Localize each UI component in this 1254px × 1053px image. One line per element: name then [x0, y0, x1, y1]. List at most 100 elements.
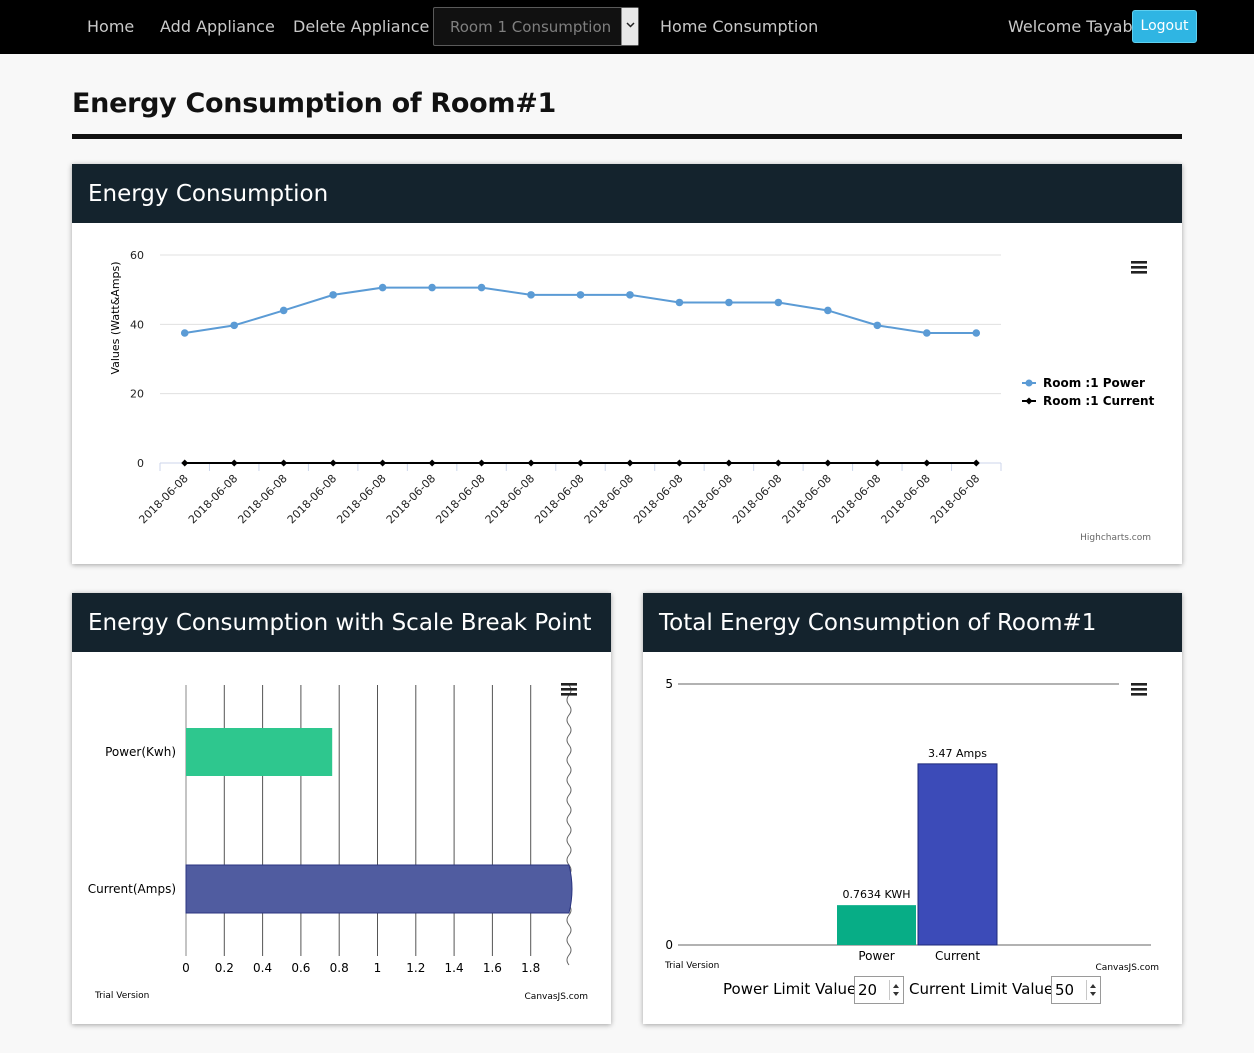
data-point-power[interactable]	[576, 291, 585, 299]
data-point-power[interactable]	[180, 329, 189, 337]
data-label: 0.7634 KWH	[843, 888, 911, 901]
panel-header: Energy Consumption with Scale Break Poin…	[72, 593, 611, 652]
chart-credit[interactable]: CanvasJS.com	[1096, 963, 1159, 973]
x-tick-label: 2018-06-08	[928, 472, 982, 526]
category-label: Power(Kwh)	[105, 745, 176, 759]
legend-item-current[interactable]: Room :1 Current	[1022, 394, 1155, 408]
category-label: Power	[858, 949, 894, 963]
current-limit-input[interactable]	[1055, 980, 1085, 1000]
data-point-power[interactable]	[873, 321, 882, 330]
data-label: 3.47 Amps	[928, 747, 987, 760]
x-tick-label: 2018-06-08	[334, 472, 388, 526]
x-tick-label: 1.4	[445, 961, 464, 975]
logout-button[interactable]: Logout	[1132, 10, 1197, 43]
welcome-text: Welcome Tayab	[1008, 17, 1133, 36]
x-tick-label: 2018-06-08	[681, 472, 735, 526]
data-point-current[interactable]	[626, 459, 634, 467]
data-point-current[interactable]	[280, 459, 288, 467]
chart-menu-icon[interactable]	[1131, 683, 1147, 696]
x-tick-label: 1	[374, 961, 382, 975]
y-axis-title: Values (Watt&Amps)	[109, 261, 122, 374]
data-point-current[interactable]	[329, 459, 337, 467]
data-point-power[interactable]	[329, 291, 337, 299]
bar-power[interactable]	[186, 728, 333, 776]
data-point-current[interactable]	[428, 459, 436, 467]
nav-delete-appliance-link[interactable]: Delete Appliance	[293, 0, 429, 54]
nav-add-appliance-link[interactable]: Add Appliance	[160, 0, 275, 54]
nav-home-link[interactable]: Home	[87, 0, 134, 54]
data-point-power[interactable]	[824, 306, 832, 315]
x-tick-label: 2018-06-08	[780, 472, 834, 526]
data-point-power[interactable]	[626, 291, 634, 299]
data-point-power[interactable]	[972, 329, 981, 337]
data-point-current[interactable]	[873, 459, 881, 467]
x-tick-label: 1.8	[521, 961, 540, 975]
horizontal-bar-chart: Power(Kwh) Current(Amps) 0 0.2 0.4 0.6 0.8 1 1.…	[88, 683, 588, 1002]
data-point-current[interactable]	[725, 459, 733, 467]
column-chart: 0 5 0.7634 KWH Power 3.47 Amps Current Trial…	[664, 677, 1159, 973]
power-limit-stepper[interactable]	[854, 976, 904, 1004]
x-tick-label: 2018-06-08	[730, 472, 784, 526]
chart-credit[interactable]: CanvasJS.com	[525, 992, 588, 1002]
x-tick-label: 2018-06-08	[186, 472, 240, 526]
data-point-power[interactable]	[428, 283, 436, 292]
panel-header: Total Energy Consumption of Room#1	[643, 593, 1182, 652]
data-point-current[interactable]	[972, 459, 980, 467]
chart-menu-icon[interactable]	[561, 683, 577, 696]
x-tick-label: 2018-06-08	[582, 472, 636, 526]
room-consumption-select[interactable]: Room 1 Consumption	[433, 7, 639, 46]
data-point-power[interactable]	[922, 329, 931, 337]
data-point-current[interactable]	[675, 459, 683, 467]
data-point-current[interactable]	[824, 459, 832, 467]
total-energy-panel: Total Energy Consumption of Room#1 0 5 0.…	[643, 593, 1182, 1024]
navbar: Home Add Appliance Delete Appliance Room…	[0, 0, 1254, 54]
data-point-power[interactable]	[378, 283, 387, 292]
data-point-current[interactable]	[181, 459, 189, 467]
data-point-power[interactable]	[725, 298, 733, 307]
data-point-power[interactable]	[527, 291, 535, 299]
data-point-power[interactable]	[279, 306, 288, 315]
data-point-current[interactable]	[379, 459, 387, 467]
x-tick-label: 2018-06-08	[384, 472, 438, 526]
data-point-current[interactable]	[230, 459, 238, 467]
current-limit-label: Current Limit Value:	[909, 980, 1059, 998]
bar-power[interactable]	[837, 905, 916, 945]
data-point-current[interactable]	[478, 459, 486, 467]
power-limit-input[interactable]	[858, 980, 888, 1000]
legend-label-current: Room :1 Current	[1043, 394, 1155, 408]
panel-header: Energy Consumption	[72, 164, 1182, 223]
x-tick-label: 2018-06-08	[235, 472, 289, 526]
data-point-power[interactable]	[774, 298, 783, 307]
data-point-current[interactable]	[577, 459, 584, 467]
data-point-power[interactable]	[230, 321, 239, 330]
data-point-power[interactable]	[675, 298, 684, 307]
legend-label-power: Room :1 Power	[1043, 376, 1145, 390]
legend-item-power[interactable]: Room :1 Power	[1022, 376, 1145, 390]
current-limit-stepper[interactable]	[1051, 976, 1101, 1004]
x-tick-label: 0.6	[291, 961, 310, 975]
x-tick-label: 2018-06-08	[829, 472, 883, 526]
x-tick-label: 0.4	[253, 961, 272, 975]
y-tick-label: 5	[665, 677, 673, 691]
bar-current[interactable]	[185, 864, 573, 914]
x-tick-label: 0	[182, 961, 190, 975]
x-tick-label: 1.6	[483, 961, 502, 975]
panel-title: Energy Consumption with Scale Break Poin…	[88, 610, 592, 636]
chevron-down-icon[interactable]	[621, 8, 638, 45]
spinner-icon[interactable]	[889, 980, 901, 1000]
energy-consumption-panel: Energy Consumption 2018-06-08 2018-06-08 2…	[72, 164, 1182, 564]
data-point-current[interactable]	[774, 459, 782, 467]
data-point-current[interactable]	[527, 459, 535, 467]
x-tick-label: 0.8	[330, 961, 349, 975]
scale-break-line	[566, 684, 572, 966]
bar-current[interactable]	[917, 763, 998, 946]
x-tick-label: 2018-06-08	[631, 472, 685, 526]
x-tick-label: 2018-06-08	[433, 472, 487, 526]
data-point-current[interactable]	[923, 459, 931, 467]
spinner-icon[interactable]	[1086, 980, 1098, 1000]
data-point-power[interactable]	[477, 283, 486, 292]
chart-credit[interactable]: Highcharts.com	[1080, 533, 1151, 543]
nav-home-consumption-link[interactable]: Home Consumption	[660, 0, 818, 54]
y-tick-label: 0	[137, 457, 144, 470]
chart-menu-icon[interactable]	[1131, 261, 1147, 274]
